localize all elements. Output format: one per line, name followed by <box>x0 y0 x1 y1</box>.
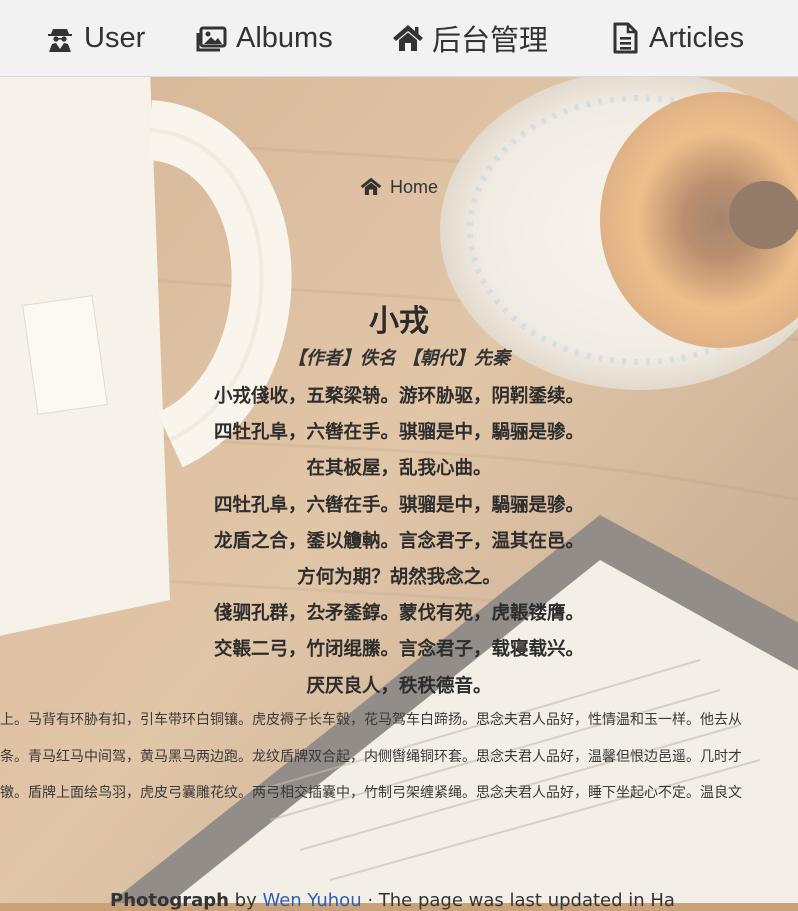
poem-line: 厌厌良人，秩秩德音。 <box>306 675 492 697</box>
poem-line: 俴驷孔群，厹矛鋈錞。蒙伐有苑，虎韔镂膺。 <box>213 603 584 625</box>
nav-label-user: User <box>84 21 146 54</box>
nav-label-articles: Articles <box>649 21 745 54</box>
nav-item-admin[interactable]: 后台管理 <box>392 0 548 76</box>
translation-line: 辕上。马背有环胁有扣，引车带环白铜镶。虎皮褥子长车毂，花马驾车白蹄扬。思念夫君人… <box>0 712 742 728</box>
poem-line: 小戎俴收，五楘梁辀。游环胁驱，阴靷鋈续。 <box>213 386 584 407</box>
breadcrumb-home-link[interactable]: Home <box>390 177 438 197</box>
poem-translation: 辕上。马背有环胁有扣，引车带环白铜镶。虎皮褥子长车毂，花马驾车白蹄扬。思念夫君人… <box>0 702 798 812</box>
poem-line: 四牡孔阜，六辔在手。骐骝是中，騧骊是骖。 <box>213 422 584 444</box>
home-icon <box>392 22 424 54</box>
poem-line: 交韔二弓，竹闭绲縢。言念君子，载寝载兴。 <box>213 639 584 661</box>
poem-line: 四牡孔阜，六辔在手。骐骝是中，騧骊是骖。 <box>213 494 584 516</box>
nav-item-user[interactable]: User <box>44 0 145 76</box>
footer-photo-label: Photograph <box>110 890 229 911</box>
home-icon <box>360 176 382 196</box>
top-nav: User Albums 后台管理 Articles <box>0 0 798 77</box>
images-icon <box>196 22 228 54</box>
poem-line: 方何为期？胡然我念之。 <box>297 566 501 588</box>
translation-line: 六条。青马红马中间驾，黄马黑马两边跑。龙纹盾牌双合起，内侧辔绳铜环套。思念夫君人… <box>0 748 742 765</box>
footer-credit: Photograph by Wen Yuhou · The page was l… <box>110 890 675 911</box>
footer-author-link[interactable]: Wen Yuhou <box>262 890 361 911</box>
user-secret-icon <box>44 22 76 54</box>
poem-body: 小戎俴收，五楘梁辀。游环胁驱，阴靷鋈续。 四牡孔阜，六辔在手。骐骝是中，騧骊是骖… <box>0 379 798 705</box>
main-content: Home 小戎 【作者】佚名 【朝代】先秦 小戎俴收，五楘梁辀。游环胁驱，阴靷鋈… <box>0 76 798 911</box>
poem-line: 龙盾之合，鋈以觼軜。言念君子，温其在邑。 <box>213 530 584 552</box>
poem-line: 在其板屋，乱我心曲。 <box>306 458 492 480</box>
nav-item-articles[interactable]: Articles <box>609 0 744 76</box>
file-text-icon <box>609 22 641 54</box>
nav-label-admin: 后台管理 <box>432 25 549 57</box>
poem-title: 小戎 <box>369 304 429 339</box>
poem-meta: 【作者】佚名 【朝代】先秦 <box>287 348 511 369</box>
breadcrumb: Home <box>0 176 798 198</box>
footer-updated-text: · The page was last updated in Ha <box>361 890 675 911</box>
nav-label-albums: Albums <box>236 21 333 54</box>
footer-sep: by <box>228 890 263 911</box>
translation-line: 铜镦。盾牌上面绘鸟羽，虎皮弓囊雕花纹。两弓相交插囊中，竹制弓架缠紧绳。思念夫君人… <box>0 785 742 801</box>
nav-item-albums[interactable]: Albums <box>196 0 333 76</box>
